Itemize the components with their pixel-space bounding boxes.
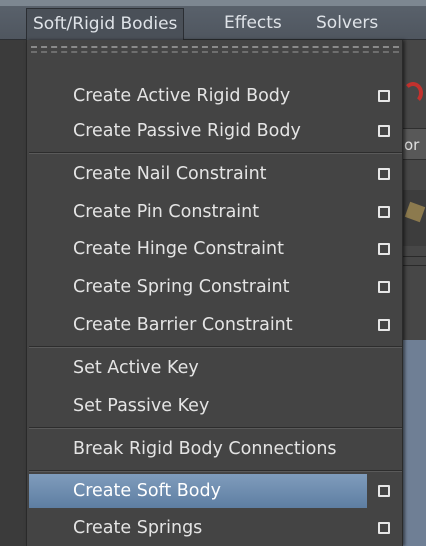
option-box-icon[interactable] (378, 243, 390, 255)
option-box-icon[interactable] (378, 281, 390, 293)
option-box-icon[interactable] (378, 485, 390, 497)
menu-item-label: Create Soft Body (73, 481, 221, 501)
menu-item-set-passive-key[interactable]: Set Passive Key (29, 387, 402, 425)
option-box-icon[interactable] (378, 90, 390, 102)
option-box-icon[interactable] (378, 522, 390, 534)
menu-item-label: Create Hinge Constraint (73, 239, 284, 259)
shelf-icon-area (403, 190, 426, 246)
menu-item-set-active-key[interactable]: Set Active Key (29, 349, 402, 387)
background-divider (403, 256, 426, 266)
shelf-tool-icon (404, 201, 426, 223)
menu-item-break-rigid-body-connections[interactable]: Break Rigid Body Connections (29, 430, 402, 468)
menu-item-label: Create Active Rigid Body (73, 86, 291, 106)
menu-separator (29, 427, 402, 429)
menu-item-create-active-rigid-body[interactable]: Create Active Rigid Body (29, 77, 402, 115)
menu-effects[interactable]: Effects (218, 8, 288, 40)
option-box-icon[interactable] (378, 168, 390, 180)
menu-item-create-nail-constraint[interactable]: Create Nail Constraint (29, 155, 402, 193)
menu-separator (29, 346, 402, 348)
option-box-icon[interactable] (378, 206, 390, 218)
menu-soft-rigid-bodies[interactable]: Soft/Rigid Bodies (26, 8, 185, 40)
menu-item-create-passive-rigid-body[interactable]: Create Passive Rigid Body (29, 112, 402, 150)
menu-solvers[interactable]: Solvers (310, 8, 384, 40)
menu-item-create-pin-constraint[interactable]: Create Pin Constraint (29, 193, 402, 231)
menu-item-create-spring-constraint[interactable]: Create Spring Constraint (29, 268, 402, 306)
menu-item-label: Set Active Key (73, 358, 199, 378)
soft-rigid-bodies-dropdown: Create Active Rigid Body Create Passive … (26, 40, 403, 546)
background-partial-text: or (404, 136, 420, 154)
menu-item-create-soft-body[interactable]: Create Soft Body (29, 472, 402, 510)
viewport-panel (403, 340, 426, 546)
menu-bar-top-edge (0, 0, 426, 6)
background-application: or (403, 40, 426, 546)
menu-item-label: Set Passive Key (73, 396, 210, 416)
option-box-icon[interactable] (378, 319, 390, 331)
option-box-icon[interactable] (378, 125, 390, 137)
menu-item-label: Create Spring Constraint (73, 277, 290, 297)
menu-item-create-springs[interactable]: Create Springs (29, 509, 402, 546)
menu-bar: Soft/Rigid Bodies Effects Solvers (0, 0, 426, 40)
menu-separator (29, 152, 402, 154)
menu-item-label: Create Barrier Constraint (73, 315, 293, 335)
tear-off-handle[interactable] (31, 46, 399, 60)
menu-item-label: Create Passive Rigid Body (73, 121, 301, 141)
menu-item-label: Create Nail Constraint (73, 164, 267, 184)
menu-item-label: Create Springs (73, 518, 203, 538)
magnet-icon (403, 82, 423, 104)
menu-item-label: Break Rigid Body Connections (73, 439, 337, 459)
menu-item-label: Create Pin Constraint (73, 202, 260, 222)
menu-item-create-barrier-constraint[interactable]: Create Barrier Constraint (29, 306, 402, 344)
menu-item-create-hinge-constraint[interactable]: Create Hinge Constraint (29, 230, 402, 268)
